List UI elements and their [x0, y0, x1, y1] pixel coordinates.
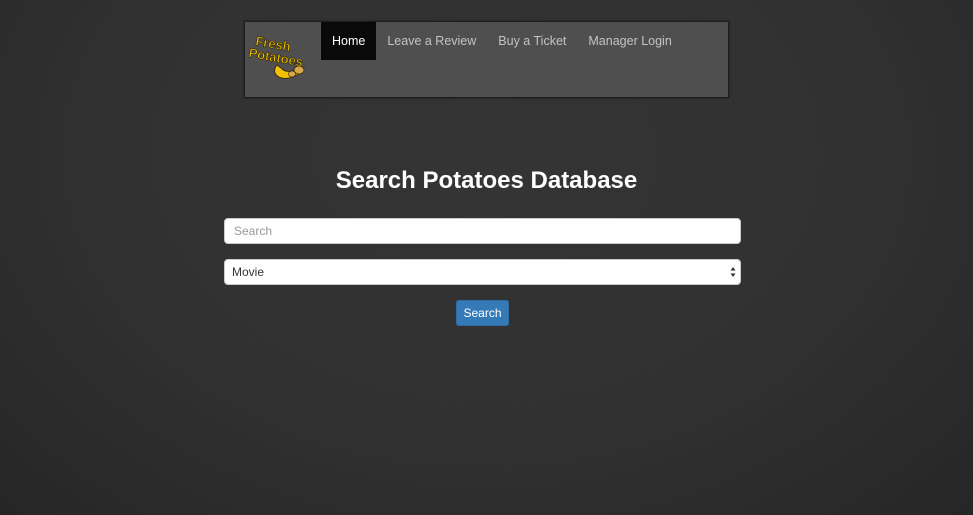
category-select[interactable]: Movie	[224, 259, 741, 285]
navbar: Fresh Potatoes Home Leave a Review Buy a…	[244, 21, 729, 98]
search-button[interactable]: Search	[456, 300, 509, 326]
nav-manager-login[interactable]: Manager Login	[577, 22, 682, 60]
category-select-value: Movie	[232, 265, 265, 279]
nav-menu: Home Leave a Review Buy a Ticket Manager…	[321, 22, 683, 60]
select-arrows-icon	[730, 267, 736, 277]
search-input[interactable]	[224, 218, 741, 244]
fresh-potatoes-logo[interactable]: Fresh Potatoes	[247, 32, 319, 80]
nav-leave-review[interactable]: Leave a Review	[376, 22, 487, 60]
nav-home[interactable]: Home	[321, 22, 377, 60]
page-title: Search Potatoes Database	[335, 167, 638, 194]
nav-buy-ticket[interactable]: Buy a Ticket	[487, 22, 577, 60]
